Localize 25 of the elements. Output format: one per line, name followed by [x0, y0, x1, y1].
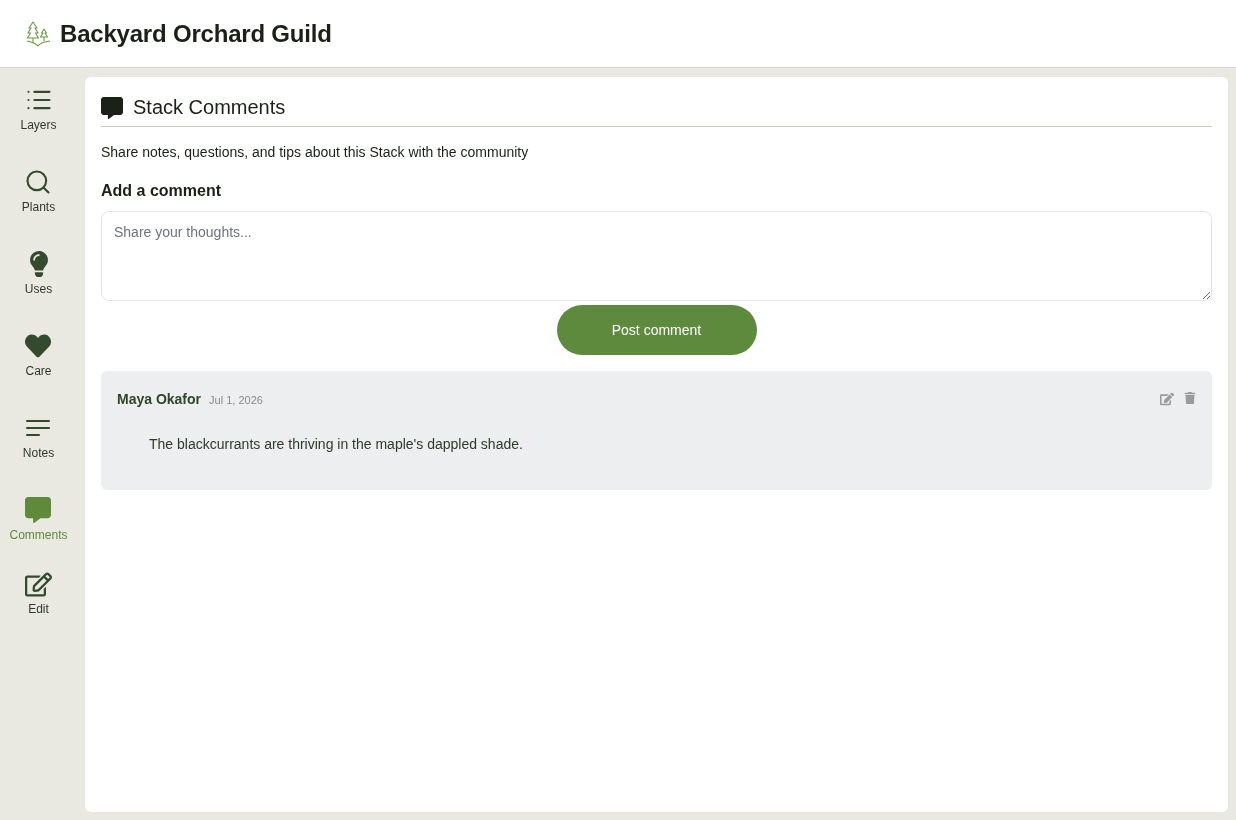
- edit-button[interactable]: [1160, 392, 1174, 406]
- comment-author: Maya Okafor: [117, 391, 202, 407]
- sidebar-item[interactable]: Notes: [20, 410, 57, 464]
- sidebar-item[interactable]: Layers: [18, 82, 59, 136]
- panel-title: Stack Comments: [133, 96, 286, 119]
- comment-text: The blackcurrants are thriving in the maple's dappled shade.: [149, 436, 524, 452]
- sidebar-item[interactable]: Uses: [22, 246, 55, 300]
- delete-button[interactable]: [1184, 392, 1196, 406]
- search-icon: [24, 168, 53, 196]
- sidebar-item[interactable]: Care: [23, 328, 54, 382]
- speech-bubble-icon: [25, 497, 52, 523]
- speech-bubble-icon: [101, 96, 123, 119]
- sidebar-item[interactable]: Edit: [23, 566, 54, 620]
- comment-input-field[interactable]: Share your thoughts...: [101, 211, 1212, 301]
- edit-icon: [1160, 392, 1174, 406]
- form-label: Add a comment: [101, 182, 222, 200]
- panel-description: Share notes, questions, and tips about this Stack with the community: [101, 144, 530, 160]
- lines-icon: [25, 418, 52, 438]
- comment-date: Jul 1, 2026: [209, 394, 263, 406]
- heart-icon: [25, 333, 52, 359]
- app-title: Backyard Orchard Guild: [60, 19, 332, 48]
- trash-icon: [1184, 392, 1196, 404]
- post-comment-button[interactable]: Post comment: [556, 305, 757, 355]
- sidebar-item[interactable]: Plants: [19, 164, 58, 218]
- trees-logo-icon: [26, 20, 51, 47]
